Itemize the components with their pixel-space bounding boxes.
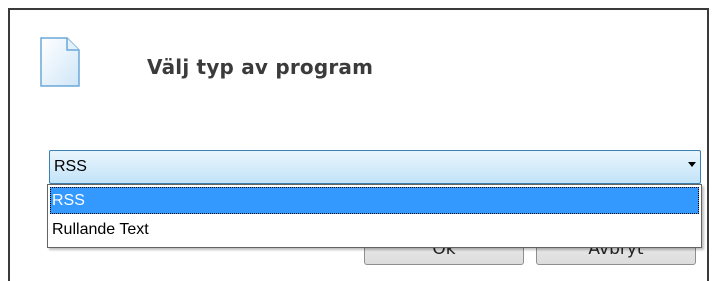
document-icon [39, 36, 81, 88]
program-type-combobox[interactable]: RSS [49, 150, 701, 184]
dialog-window: Välj typ av program Ok Avbryt RSS RSS Ru… [8, 8, 709, 281]
combobox-value: RSS [54, 158, 87, 175]
combobox-dropdown-list: RSS Rullande Text [47, 184, 702, 248]
dialog-title: Välj typ av program [147, 55, 374, 79]
dropdown-option-rss[interactable]: RSS [50, 187, 699, 214]
chevron-down-icon[interactable] [688, 162, 696, 167]
dropdown-option-rullande-text[interactable]: Rullande Text [50, 216, 699, 243]
